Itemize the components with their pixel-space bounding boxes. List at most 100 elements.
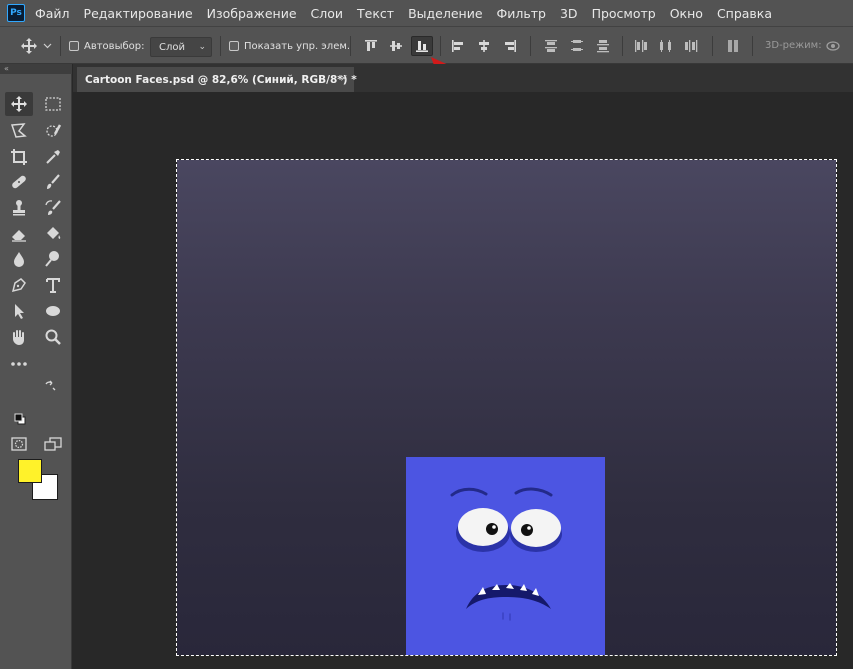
- blur-tool[interactable]: [5, 247, 33, 271]
- menu-edit[interactable]: Редактирование: [84, 6, 193, 21]
- align-left-edges-button[interactable]: [447, 36, 469, 56]
- chevron-down-icon: ⌄: [198, 42, 206, 52]
- swap-arrows-icon: [45, 380, 56, 391]
- menu-filter[interactable]: Фильтр: [497, 6, 546, 21]
- show-transform-label: Показать упр. элем.: [244, 40, 351, 52]
- rectangular-marquee-tool[interactable]: [39, 92, 67, 116]
- default-colors-button[interactable]: [12, 412, 28, 426]
- brush-tool[interactable]: [39, 170, 67, 194]
- quick-mask-icon: [11, 437, 27, 451]
- dodge-icon: [45, 251, 59, 267]
- quick-selection-icon: [46, 124, 62, 137]
- pen-icon: [11, 278, 26, 293]
- swap-colors-button[interactable]: [42, 379, 58, 393]
- clone-stamp-tool[interactable]: [5, 196, 33, 220]
- distribute-horizontal-centers-button[interactable]: [655, 36, 677, 56]
- quick-mask-button[interactable]: [5, 432, 33, 456]
- default-colors-icon: [14, 413, 26, 425]
- distribute-top-edges-button[interactable]: [540, 36, 562, 56]
- foreground-color-swatch[interactable]: [18, 459, 42, 483]
- marquee-icon: [45, 97, 61, 111]
- screen-mode-button[interactable]: [39, 432, 67, 456]
- distribute-right-icon: [685, 40, 698, 52]
- magnifier-icon: [45, 329, 61, 345]
- menu-image[interactable]: Изображение: [207, 6, 297, 21]
- path-selection-tool[interactable]: [5, 299, 33, 323]
- show-transform-option[interactable]: Показать упр. элем.: [229, 27, 350, 65]
- align-left-icon: [452, 40, 463, 52]
- move-tool-preset-button[interactable]: [18, 36, 40, 56]
- tools-panel: [0, 74, 72, 669]
- eyedropper-tool[interactable]: [39, 145, 67, 169]
- type-icon: [46, 278, 60, 293]
- dodge-tool[interactable]: [39, 247, 67, 271]
- auto-align-layers-button[interactable]: [722, 36, 744, 56]
- toolbar-collapse-bar[interactable]: «: [0, 64, 72, 74]
- menu-layers[interactable]: Слои: [311, 6, 344, 21]
- distribute-left-edges-button[interactable]: [630, 36, 652, 56]
- edit-toolbar-button[interactable]: [5, 352, 33, 376]
- hand-tool[interactable]: [5, 325, 33, 349]
- pen-tool[interactable]: [5, 273, 33, 297]
- type-tool[interactable]: [39, 273, 67, 297]
- menu-select[interactable]: Выделение: [408, 6, 482, 21]
- align-top-edges-button[interactable]: [360, 36, 382, 56]
- document-tab-bar: Cartoon Faces.psd @ 82,6% (Синий, RGB/8*…: [73, 64, 853, 92]
- distribute-vertical-centers-button[interactable]: [566, 36, 588, 56]
- document-tab-title: Cartoon Faces.psd @ 82,6% (Синий, RGB/8*…: [85, 73, 357, 86]
- align-horizontal-centers-button[interactable]: [473, 36, 495, 56]
- chevron-down-icon: [43, 43, 51, 49]
- ellipse-tool[interactable]: [39, 299, 67, 323]
- autoselect-checkbox[interactable]: [69, 41, 79, 51]
- document-tab[interactable]: Cartoon Faces.psd @ 82,6% (Синий, RGB/8*…: [77, 67, 357, 92]
- separator: [440, 36, 441, 56]
- stamp-icon: [13, 200, 25, 216]
- menu-type[interactable]: Текст: [357, 6, 394, 21]
- cartoon-face-illustration: [450, 487, 562, 621]
- separator: [350, 36, 351, 56]
- screen-mode-icon: [44, 437, 62, 451]
- move-icon: [11, 96, 27, 112]
- 3d-orbit-icon: [826, 41, 840, 51]
- lasso-tool[interactable]: [5, 119, 33, 143]
- healing-brush-tool[interactable]: [5, 170, 33, 194]
- paint-bucket-tool[interactable]: [39, 222, 67, 246]
- autoselect-target-select[interactable]: Слой ⌄: [150, 37, 212, 57]
- 3d-orbit-button[interactable]: [822, 36, 844, 56]
- menu-file[interactable]: Файл: [35, 6, 70, 21]
- align-vertical-centers-button[interactable]: [385, 36, 407, 56]
- brush-icon: [47, 174, 60, 189]
- blue-face-layer[interactable]: [406, 457, 605, 655]
- distribute-bottom-edges-button[interactable]: [592, 36, 614, 56]
- autoselect-label: Автовыбор:: [84, 40, 145, 52]
- menu-3d[interactable]: 3D: [560, 6, 578, 21]
- eraser-tool[interactable]: [5, 222, 33, 246]
- distribute-right-edges-button[interactable]: [680, 36, 702, 56]
- move-icon: [21, 38, 37, 54]
- close-icon[interactable]: ×: [340, 73, 348, 84]
- align-top-icon: [365, 40, 377, 51]
- collapse-icon: «: [4, 64, 9, 73]
- autoselect-target-value: Слой: [159, 41, 185, 53]
- photoshop-logo[interactable]: Ps: [7, 4, 25, 22]
- crop-tool[interactable]: [5, 145, 33, 169]
- separator: [60, 36, 61, 56]
- separator: [752, 36, 753, 56]
- ellipse-icon: [46, 306, 60, 316]
- autoselect-option[interactable]: Автовыбор:: [69, 27, 144, 65]
- history-brush-tool[interactable]: [39, 196, 67, 220]
- menu-window[interactable]: Окно: [670, 6, 703, 21]
- droplet-icon: [14, 252, 24, 267]
- show-transform-checkbox[interactable]: [229, 41, 239, 51]
- move-tool[interactable]: [5, 92, 33, 116]
- align-right-icon: [505, 40, 516, 52]
- menu-help[interactable]: Справка: [717, 6, 772, 21]
- align-bottom-edges-button[interactable]: [411, 36, 433, 56]
- crop-icon: [11, 149, 27, 165]
- menu-view[interactable]: Просмотр: [592, 6, 656, 21]
- tool-preset-dropdown[interactable]: [40, 36, 54, 56]
- paint-bucket-icon: [47, 227, 61, 239]
- quick-selection-tool[interactable]: [39, 119, 67, 143]
- zoom-tool[interactable]: [39, 325, 67, 349]
- align-right-edges-button[interactable]: [499, 36, 521, 56]
